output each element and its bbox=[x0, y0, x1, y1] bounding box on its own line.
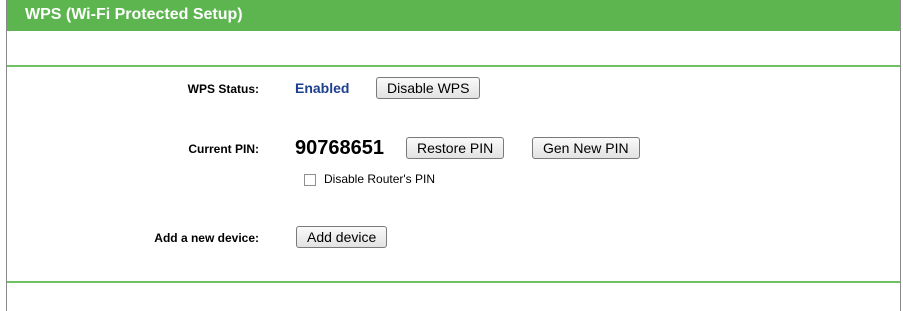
disable-wps-button[interactable]: Disable WPS bbox=[376, 77, 481, 99]
divider-top bbox=[7, 65, 900, 67]
disable-router-pin-label: Disable Router's PIN bbox=[324, 172, 435, 186]
disable-router-pin-checkbox[interactable] bbox=[304, 174, 316, 186]
panel-header: WPS (Wi-Fi Protected Setup) bbox=[7, 0, 900, 31]
gen-new-pin-button[interactable]: Gen New PIN bbox=[532, 137, 640, 159]
wps-panel: WPS (Wi-Fi Protected Setup) WPS Status: … bbox=[6, 0, 901, 311]
divider-bottom bbox=[7, 281, 900, 283]
add-device-label: Add a new device: bbox=[154, 231, 259, 245]
add-device-button[interactable]: Add device bbox=[296, 226, 388, 248]
page-title: WPS (Wi-Fi Protected Setup) bbox=[25, 6, 243, 23]
restore-pin-button[interactable]: Restore PIN bbox=[406, 137, 505, 159]
wps-status-label: WPS Status: bbox=[187, 82, 259, 96]
current-pin-value: 90768651 bbox=[295, 137, 384, 159]
current-pin-label: Current PIN: bbox=[188, 142, 259, 156]
wps-status-value: Enabled bbox=[295, 80, 350, 96]
